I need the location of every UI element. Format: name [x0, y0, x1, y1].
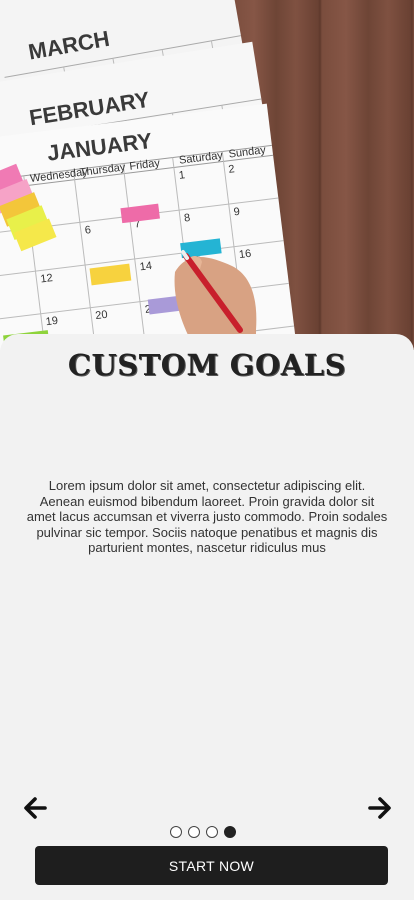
next-button[interactable]	[366, 796, 392, 820]
svg-text:19: 19	[45, 315, 59, 328]
page-dot-3[interactable]	[206, 826, 218, 838]
start-now-button[interactable]: START NOW	[35, 846, 388, 885]
slide-title: CUSTOM GOALS	[67, 348, 347, 382]
svg-text:16: 16	[238, 248, 252, 261]
page-dot-2[interactable]	[188, 826, 200, 838]
slide-description: Lorem ipsum dolor sit amet, consectetur …	[26, 478, 388, 555]
hero-image: MARCH 3 4 5 6 FEBRUARY 3 4 5 6	[0, 0, 414, 350]
previous-button[interactable]	[23, 796, 49, 820]
arrow-right-icon	[368, 797, 391, 819]
calendar-illustration: MARCH 3 4 5 6 FEBRUARY 3 4 5 6	[0, 0, 299, 350]
page-dot-4-active[interactable]	[224, 826, 236, 838]
page-dot-1[interactable]	[170, 826, 182, 838]
svg-text:20: 20	[95, 309, 109, 322]
pagination-dots	[170, 826, 236, 840]
svg-text:14: 14	[139, 260, 153, 273]
arrow-left-icon	[24, 797, 47, 819]
content-card	[0, 334, 414, 900]
svg-text:12: 12	[40, 272, 54, 285]
